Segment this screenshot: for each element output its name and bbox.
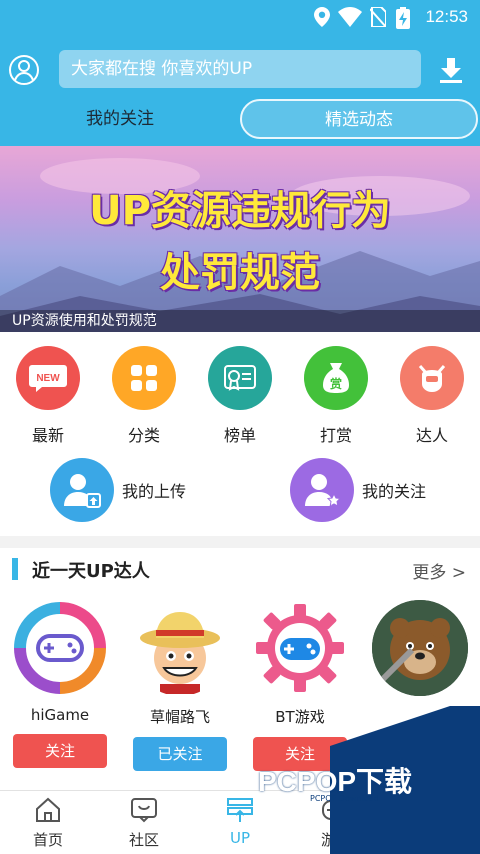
my-follow-label: 我的关注 [362,482,427,501]
grid-icon [112,346,176,410]
banner-scenery [0,158,480,332]
watermark-subtext: PCPOP Download [310,794,379,803]
my-upload-label: 我的上传 [122,482,187,501]
follow-button[interactable]: 关注 [13,734,107,768]
download-icon [440,58,462,83]
banner-title-line1: UP资源违规行为 [89,188,391,234]
ranking-icon [208,346,272,410]
header: 大家都在搜 你喜欢的UP 我的关注 精选动态 [0,36,480,146]
battery-charging-icon [396,7,410,29]
up-card[interactable]: 草帽路飞 已关注 [130,600,230,771]
higame-avatar [12,600,108,696]
luffy-avatar [132,600,228,696]
quick-item-latest[interactable]: NEW 最新 [3,346,93,446]
up-card[interactable]: hiGame 关注 [10,600,110,768]
tab-featured[interactable]: 精选动态 [240,99,478,139]
community-icon [131,798,157,823]
quick-item-expert[interactable]: 达人 [387,346,477,446]
home-icon [36,797,60,822]
my-upload-button[interactable]: 我的上传 [50,458,186,522]
nav-community[interactable]: 社区 [96,797,192,850]
expert-icon [400,346,464,410]
search-input[interactable]: 大家都在搜 你喜欢的UP [59,50,421,88]
svg-text:NEW: NEW [36,373,60,384]
banner-caption: UP资源使用和处罚规范 [0,310,480,332]
status-time: 12:53 [425,7,468,26]
download-button[interactable] [437,56,465,84]
quick-item-ranking[interactable]: 榜单 [195,346,285,446]
quick-item-reward[interactable]: 赏 打赏 [291,346,381,446]
nav-home[interactable]: 首页 [0,797,96,850]
followed-button[interactable]: 已关注 [133,737,227,771]
section-accent-bar [12,558,18,580]
reward-bag-icon: 赏 [304,346,368,410]
star-user-icon [290,458,354,522]
up-name: hiGame [30,706,90,724]
new-icon: NEW [16,346,80,410]
quick-item-category[interactable]: 分类 [99,346,189,446]
no-sim-icon [370,7,386,27]
location-icon [314,7,330,27]
bear-avatar [372,600,468,696]
bt-game-avatar [252,600,348,696]
up-icon [227,798,253,822]
user-avatar-button[interactable] [8,54,40,86]
nav-up[interactable]: UP [192,797,288,847]
user-icon [9,55,39,85]
wifi-icon [338,7,362,27]
more-link[interactable]: 更多 > [412,558,466,583]
banner[interactable]: UP资源违规行为 处罚规范 UP资源使用和处罚规范 [0,146,480,332]
tab-my-follow[interactable]: 我的关注 [0,99,240,139]
up-name: 草帽路飞 [149,708,210,726]
banner-title-line2: 处罚规范 [160,250,320,296]
section-title: 近一天UP达人 [32,561,150,582]
quick-menu: NEW 最新 分类 榜单 赏 打赏 达人 我的上传 我的关注 [0,332,480,536]
svg-text:赏: 赏 [330,376,342,391]
upload-user-icon [50,458,114,522]
status-bar: 12:53 [0,0,480,36]
my-follow-button[interactable]: 我的关注 [290,458,426,522]
up-card[interactable] [370,600,470,696]
